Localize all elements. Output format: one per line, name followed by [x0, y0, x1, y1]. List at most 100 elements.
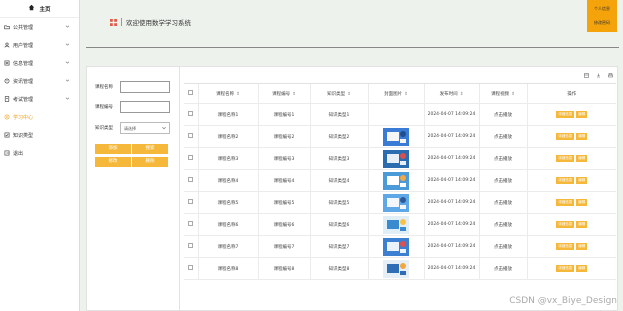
row-select-cell[interactable] [184, 213, 198, 236]
sidebar-item[interactable]: 知识类型 [0, 126, 79, 144]
sidebar-item[interactable]: 退出 [0, 144, 79, 162]
select-all-cell[interactable] [184, 83, 198, 104]
sort-icon[interactable]: ⇕ [292, 92, 296, 97]
video-link[interactable]: 点击播放 [478, 257, 527, 280]
header-user-menu: 个人信息 修改密码 [587, 0, 617, 32]
actions-cell: 详细信息 编辑 [526, 147, 616, 170]
add-button[interactable]: 添加 [95, 144, 131, 154]
type-cell: 知识类型2 [309, 125, 368, 148]
video-link[interactable]: 点击播放 [478, 125, 527, 148]
row-edit-button[interactable]: 编辑 [576, 133, 588, 140]
detail-button[interactable]: 详细信息 [556, 155, 575, 162]
select-all-checkbox[interactable] [188, 90, 194, 95]
column-header[interactable]: 课程名称 ⇕ [197, 83, 258, 104]
sidebar-item[interactable]: 学习中心 [0, 108, 79, 126]
detail-button[interactable]: 详细信息 [556, 221, 575, 228]
columns-icon[interactable] [583, 72, 589, 78]
study-icon [4, 114, 10, 120]
sidebar-item[interactable]: 考试管理 [0, 90, 79, 108]
column-header: 操作 [526, 83, 616, 104]
watermark: CSDN @vx_Biye_Design [509, 296, 617, 306]
row-checkbox[interactable] [188, 133, 194, 138]
video-link[interactable]: 点击播放 [478, 147, 527, 170]
row-select-cell[interactable] [184, 147, 198, 170]
exam-icon [4, 96, 10, 102]
export-icon[interactable] [595, 72, 601, 78]
course-no-input[interactable] [120, 101, 170, 113]
type-cell: 知识类型7 [309, 235, 368, 258]
actions-cell: 详细信息 编辑 [526, 169, 616, 192]
detail-button[interactable]: 详细信息 [556, 243, 575, 250]
row-checkbox[interactable] [188, 155, 194, 160]
sidebar-home[interactable]: 主页 [0, 0, 79, 18]
row-edit-button[interactable]: 编辑 [576, 111, 588, 118]
print-icon[interactable] [607, 72, 613, 78]
row-checkbox[interactable] [188, 199, 194, 204]
row-select-cell[interactable] [184, 257, 198, 280]
delete-button[interactable]: 删除 [132, 157, 168, 167]
news-icon [4, 78, 10, 84]
sort-icon[interactable]: ⇕ [460, 92, 464, 97]
row-edit-button[interactable]: 编辑 [576, 199, 588, 206]
row-select-cell[interactable] [184, 235, 198, 258]
table-toolbar [583, 72, 613, 78]
video-link[interactable]: 点击播放 [478, 191, 527, 214]
profile-button[interactable]: 个人信息 [594, 6, 610, 12]
time-cell: 2024-04-07 14:09:24 [423, 235, 479, 258]
search-button[interactable]: 搜索 [132, 144, 168, 154]
cover-image [383, 149, 409, 168]
row-checkbox[interactable] [188, 265, 194, 270]
sidebar: 主页 公共管理 用户管理信息管理资讯管理 考试管理 学习中心 知识类型 退出 [0, 0, 80, 311]
detail-button[interactable]: 详细信息 [556, 111, 575, 118]
column-header[interactable]: 封面图片 ⇕ [367, 83, 424, 104]
sidebar-item[interactable]: 信息管理 [0, 54, 79, 72]
row-checkbox[interactable] [188, 111, 194, 116]
column-header[interactable]: 课程视频 ⇕ [478, 83, 527, 104]
sort-icon[interactable]: ⇕ [404, 92, 408, 97]
video-link[interactable]: 点击播放 [478, 103, 527, 126]
sidebar-item[interactable]: 资讯管理 [0, 72, 79, 90]
cover-image [383, 171, 409, 190]
sort-icon[interactable]: ⇕ [236, 92, 240, 97]
detail-button[interactable]: 详细信息 [556, 133, 575, 140]
column-header[interactable]: 知识类型 ⇕ [309, 83, 368, 104]
logout-icon [4, 150, 10, 156]
video-link[interactable]: 点击播放 [478, 213, 527, 236]
chevron-down-icon [65, 61, 70, 64]
row-checkbox[interactable] [188, 177, 194, 182]
row-checkbox[interactable] [188, 221, 194, 226]
row-select-cell[interactable] [184, 125, 198, 148]
row-edit-button[interactable]: 编辑 [576, 221, 588, 228]
sort-icon[interactable]: ⇕ [347, 92, 351, 97]
table-row: 课程名称1 课程编号1 知识类型1 2024-04-07 14:09:24 点击播放 详细… [184, 103, 616, 126]
row-edit-button[interactable]: 编辑 [576, 155, 588, 162]
video-link[interactable]: 点击播放 [478, 169, 527, 192]
row-select-cell[interactable] [184, 169, 198, 192]
column-header[interactable]: 课程编号 ⇕ [257, 83, 310, 104]
row-edit-button[interactable]: 编辑 [576, 265, 588, 272]
row-select-cell[interactable] [184, 191, 198, 214]
row-select-cell[interactable] [184, 103, 198, 126]
video-link[interactable]: 点击播放 [478, 235, 527, 258]
table-row: 课程名称8 课程编号8 知识类型8 2024-04-07 14:09:24 点击播放 详细… [184, 257, 616, 280]
edit-button[interactable]: 修改 [95, 157, 131, 167]
course-name-input[interactable] [120, 81, 170, 93]
sidebar-item[interactable]: 用户管理 [0, 36, 79, 54]
chevron-down-icon [65, 79, 70, 82]
detail-button[interactable]: 详细信息 [556, 265, 575, 272]
change-password-button[interactable]: 修改密码 [594, 20, 610, 26]
table-row: 课程名称3 课程编号3 知识类型3 2024-04-07 14:09:24 点击播放 详细… [184, 147, 616, 170]
sidebar-item[interactable]: 公共管理 [0, 18, 79, 36]
column-header[interactable]: 发布时间 ⇕ [423, 83, 479, 104]
row-edit-button[interactable]: 编辑 [576, 177, 588, 184]
main-panel: 课程名称 课程编号 知识类型 请选择 添加 搜索 修改 删除 课程名称 ⇕ 课程编号… [86, 66, 618, 311]
sidebar-item-label: 信息管理 [13, 60, 34, 67]
type-cell: 知识类型4 [309, 169, 368, 192]
row-checkbox[interactable] [188, 243, 194, 248]
detail-button[interactable]: 详细信息 [556, 199, 575, 206]
sort-icon[interactable]: ⇕ [511, 92, 515, 97]
detail-button[interactable]: 详细信息 [556, 177, 575, 184]
row-edit-button[interactable]: 编辑 [576, 243, 588, 250]
type-select[interactable]: 请选择 [120, 122, 170, 134]
header-divider [86, 47, 619, 48]
